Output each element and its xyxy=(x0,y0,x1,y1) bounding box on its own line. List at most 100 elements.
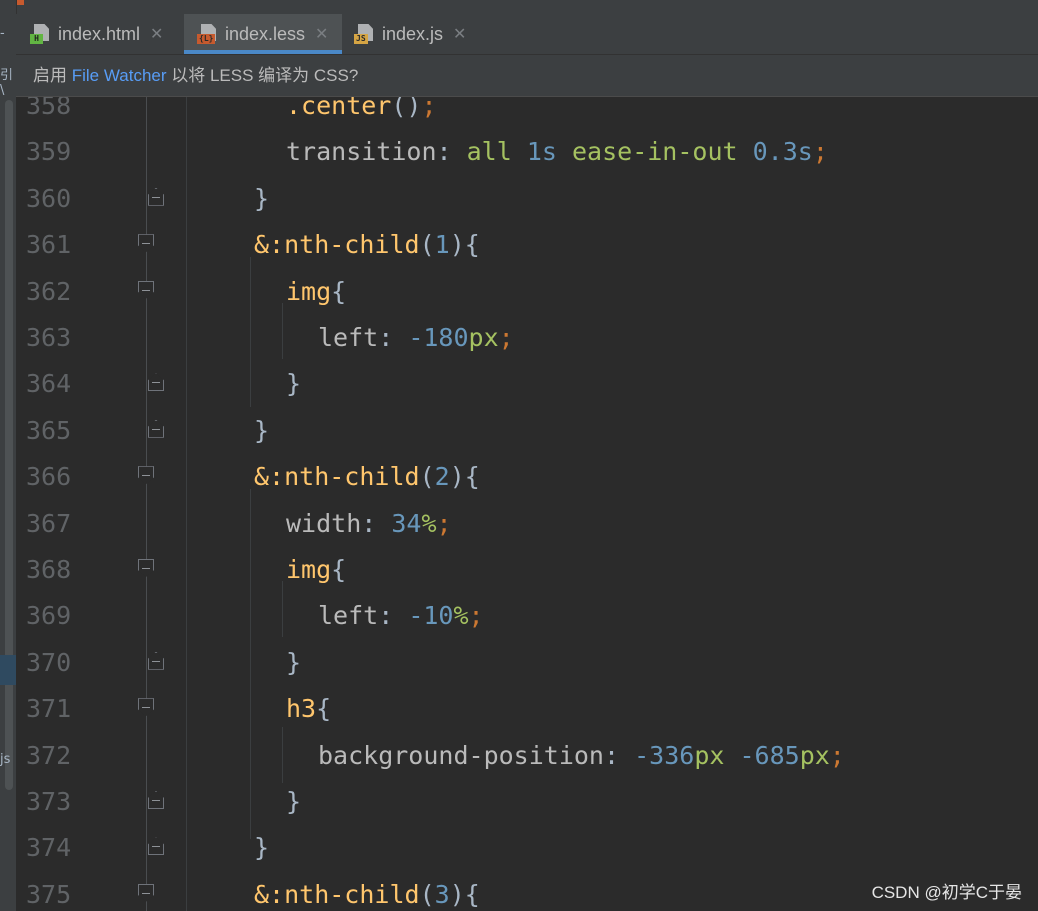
code-token: ){ xyxy=(449,230,480,260)
code-token: px xyxy=(694,740,740,770)
code-text: } xyxy=(254,825,269,871)
project-panel-scrollbar[interactable] xyxy=(5,100,13,790)
fold-collapse-icon[interactable] xyxy=(138,883,156,904)
code-text: left: -10%; xyxy=(318,593,484,639)
code-line[interactable]: 371 h3{ xyxy=(16,686,1038,732)
code-text: .center(); xyxy=(286,97,437,129)
code-line[interactable]: 373} xyxy=(16,779,1038,825)
fold-end-icon[interactable] xyxy=(148,837,166,857)
code-token: &:nth-child xyxy=(254,462,420,492)
project-panel-selection xyxy=(0,655,16,685)
fold-end-icon[interactable] xyxy=(148,419,166,440)
code-line[interactable]: 363 left: -180px; xyxy=(16,315,1038,361)
code-line[interactable]: 361 &:nth-child(1){ xyxy=(16,222,1038,268)
code-token: 0.3s xyxy=(752,137,813,167)
fold-collapse-icon[interactable] xyxy=(138,698,156,718)
code-line[interactable]: 368 img{ xyxy=(16,547,1038,593)
fold-collapse-icon[interactable] xyxy=(138,280,156,301)
code-text: left: -180px; xyxy=(318,315,514,361)
code-line[interactable]: 365} xyxy=(16,408,1038,454)
code-text: } xyxy=(286,779,301,825)
csdn-watermark: CSDN @初学C于晏 xyxy=(871,883,1022,902)
code-text: background-position: -336px -685px; xyxy=(318,733,845,779)
code-token: img xyxy=(286,276,332,306)
code-token: } xyxy=(286,647,302,677)
code-token: -685 xyxy=(739,740,800,770)
code-editor[interactable]: 358 .center(); 359 transition: all 1s ease-… xyxy=(16,97,1038,911)
code-token: ; xyxy=(498,323,514,352)
line-number: 364 xyxy=(26,369,72,399)
close-icon[interactable]: ✕ xyxy=(315,24,328,44)
line-number: 375 xyxy=(26,879,72,909)
line-number: 361 xyxy=(26,230,72,260)
code-token: 3 xyxy=(434,879,450,909)
code-text: h3{ xyxy=(286,686,331,732)
code-line[interactable]: 362 img{ xyxy=(16,269,1038,315)
fold-end-icon[interactable] xyxy=(148,373,166,393)
code-token: &:nth-child xyxy=(254,879,420,909)
file-watcher-link[interactable]: File Watcher xyxy=(72,66,167,85)
code-line[interactable]: 367 width: 34%; xyxy=(16,501,1038,547)
fold-collapse-icon[interactable] xyxy=(138,234,156,254)
fold-end-icon[interactable] xyxy=(148,651,166,672)
line-number: 365 xyxy=(26,415,72,445)
code-token: ( xyxy=(419,879,435,909)
code-line[interactable]: 374} xyxy=(16,825,1038,871)
close-icon[interactable]: ✕ xyxy=(453,24,466,44)
code-text: img{ xyxy=(286,547,346,593)
tab-index-less[interactable]: {L} index.less ✕ xyxy=(184,14,342,54)
code-line[interactable]: 364} xyxy=(16,361,1038,407)
line-number: 360 xyxy=(26,183,72,213)
line-number: 362 xyxy=(26,276,72,306)
code-token: -180 xyxy=(408,323,469,352)
code-text: } xyxy=(286,361,301,407)
code-token: ; xyxy=(812,137,828,167)
code-line[interactable]: 360} xyxy=(16,176,1038,222)
code-token: { xyxy=(331,276,347,306)
fold-end-icon[interactable] xyxy=(148,791,166,811)
code-token: % xyxy=(421,508,437,538)
fold-collapse-icon[interactable] xyxy=(138,559,156,579)
code-token: .center xyxy=(286,97,392,120)
code-line[interactable]: 358 .center(); xyxy=(16,97,1038,129)
code-token: } xyxy=(254,833,270,863)
code-line[interactable]: 372 background-position: -336px -685px; xyxy=(16,733,1038,779)
code-token: -10 xyxy=(408,601,454,631)
notification-prefix: 启用 xyxy=(33,66,72,85)
less-file-icon: {L} xyxy=(197,23,217,45)
tab-index-js[interactable]: JS index.js ✕ xyxy=(354,14,484,54)
code-token: { xyxy=(316,694,332,724)
fold-end-icon[interactable] xyxy=(148,187,166,208)
code-line[interactable]: 369 left: -10%; xyxy=(16,593,1038,639)
code-text: } xyxy=(286,640,301,686)
code-token: : xyxy=(378,323,409,352)
line-number: 370 xyxy=(26,647,72,677)
code-token: % xyxy=(453,601,469,631)
code-token: &:nth-child xyxy=(254,230,420,260)
code-line[interactable]: 370} xyxy=(16,640,1038,686)
left-strip-glyph-top: - xyxy=(0,26,5,41)
code-token: h3 xyxy=(286,694,317,724)
line-number: 363 xyxy=(26,323,72,352)
close-icon[interactable]: ✕ xyxy=(150,24,163,44)
code-token: px xyxy=(468,323,499,352)
code-token: { xyxy=(331,555,347,584)
fold-collapse-icon[interactable] xyxy=(138,466,156,486)
tab-index-html[interactable]: H index.html ✕ xyxy=(30,14,200,54)
code-token: img xyxy=(286,555,332,584)
code-line[interactable]: 366 &:nth-child(2){ xyxy=(16,454,1038,500)
code-token: : xyxy=(603,740,635,770)
code-token: 34 xyxy=(391,508,422,538)
code-token: () xyxy=(391,97,422,120)
window-top-strip xyxy=(0,0,1038,14)
js-file-icon: JS xyxy=(354,23,374,45)
code-line[interactable]: 359 transition: all 1s ease-in-out 0.3s; xyxy=(16,129,1038,175)
line-number: 366 xyxy=(26,462,72,492)
code-text: &:nth-child(1){ xyxy=(254,222,480,268)
code-token: ( xyxy=(419,462,435,492)
editor-tab-bar: H index.html ✕ {L} index.less ✕ JS index… xyxy=(16,14,1038,55)
code-token: background-position xyxy=(318,740,604,770)
code-token: px xyxy=(799,740,830,770)
code-token: ; xyxy=(436,508,452,538)
code-token: transition xyxy=(286,137,437,167)
